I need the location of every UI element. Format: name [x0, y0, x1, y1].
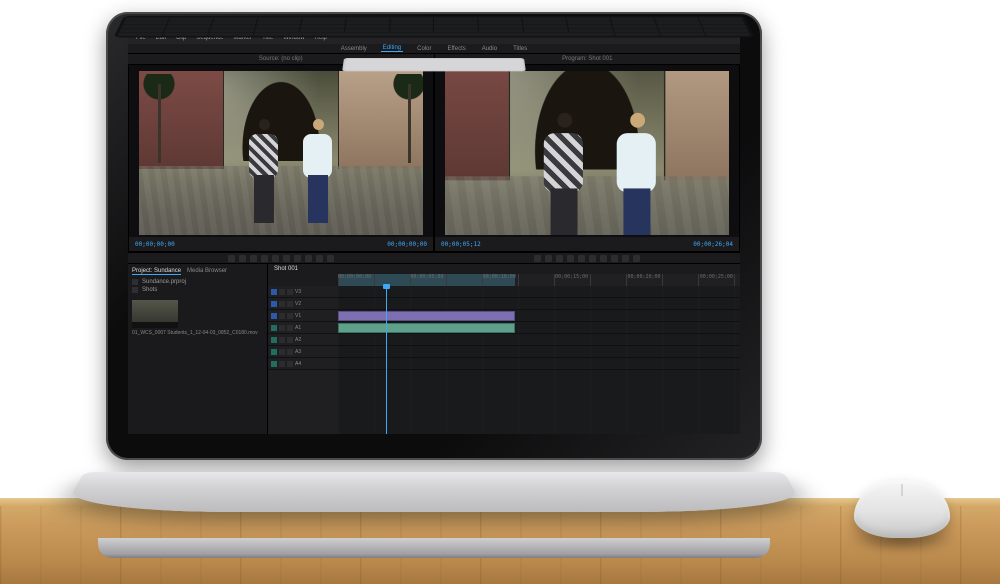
track-header-a2[interactable]: A2: [268, 334, 338, 346]
ruler-tick-1: 00;00;05;00: [410, 274, 443, 280]
timeline-body: V3 V2 V1 A1 A2 A3 A4: [268, 286, 740, 434]
timeline-panel: Shot 001 00;00;00;00 00;00;05;00 00;00;1…: [268, 264, 740, 434]
play-button[interactable]: [272, 255, 279, 262]
project-bin-label: Sundance.prproj: [142, 279, 186, 285]
ws-effects[interactable]: Effects: [446, 46, 468, 52]
laptop-screen: File Edit Clip Sequence Marker Title Win…: [128, 32, 740, 434]
ws-color[interactable]: Color: [415, 46, 433, 52]
clip-thumbnail[interactable]: [132, 300, 178, 328]
audio-clip[interactable]: [338, 323, 515, 333]
program-monitor-footer: 00;00;05;12 00;00;26;04: [435, 237, 739, 251]
overwrite-button[interactable]: [316, 255, 323, 262]
extract-button[interactable]: [622, 255, 629, 262]
track-a3[interactable]: [338, 346, 740, 358]
program-viewport: [445, 71, 729, 235]
track-a1[interactable]: [338, 322, 740, 334]
project-bin-item[interactable]: Shots: [132, 286, 263, 294]
folder-icon: [132, 287, 138, 293]
go-to-out-button-p[interactable]: [600, 255, 607, 262]
source-tc-left: 00;00;00;00: [135, 241, 175, 248]
source-monitor-footer: 00;00;00;00 00;00;00;00: [129, 237, 433, 251]
insert-button[interactable]: [305, 255, 312, 262]
laptop-keyboard: [114, 16, 755, 37]
go-to-out-button[interactable]: [294, 255, 301, 262]
source-monitor[interactable]: 00;00;00;00 00;00;00;00: [128, 64, 434, 252]
step-forward-button-p[interactable]: [589, 255, 596, 262]
go-to-in-button[interactable]: [250, 255, 257, 262]
project-bin-root[interactable]: Sundance.prproj: [132, 278, 263, 286]
play-button-p[interactable]: [578, 255, 585, 262]
laptop: File Edit Clip Sequence Marker Title Win…: [84, 12, 784, 552]
playhead[interactable]: [386, 286, 387, 434]
go-to-in-button-p[interactable]: [556, 255, 563, 262]
source-tc-right: 00;00;00;00: [387, 241, 427, 248]
ruler-tick-4: 00;00;20;00: [627, 274, 660, 280]
monitors-row: 00;00;00;00 00;00;00;00: [128, 64, 740, 252]
project-bin-item-label: Shots: [142, 287, 157, 293]
ruler-tick-0: 00;00;00;00: [338, 274, 371, 280]
export-frame-button-p[interactable]: [633, 255, 640, 262]
mark-out-button-p[interactable]: [545, 255, 552, 262]
program-transport: [434, 253, 740, 263]
laptop-trackpad: [342, 58, 526, 71]
ws-editing[interactable]: Editing: [381, 45, 403, 52]
timeline-ruler-spacer: [268, 274, 338, 286]
step-forward-button[interactable]: [283, 255, 290, 262]
ws-titles[interactable]: Titles: [511, 46, 529, 52]
ws-audio[interactable]: Audio: [480, 46, 499, 52]
media-browser-tab[interactable]: Media Browser: [187, 268, 227, 275]
mark-in-button[interactable]: [228, 255, 235, 262]
ruler-tick-3: 00;00;15;00: [555, 274, 588, 280]
timeline-ruler[interactable]: 00;00;00;00 00;00;05;00 00;00;10;00 00;0…: [338, 274, 740, 286]
video-editor-app: File Edit Clip Sequence Marker Title Win…: [128, 32, 740, 434]
mark-out-button[interactable]: [239, 255, 246, 262]
ws-assembly[interactable]: Assembly: [339, 46, 369, 52]
transport-row: [128, 252, 740, 264]
video-clip[interactable]: [338, 311, 515, 321]
timeline-tracks[interactable]: [338, 286, 740, 434]
track-header-v2[interactable]: V2: [268, 298, 338, 310]
clip-filename: 01_WCS_0007 Students_1_12-04-03_0852_C01…: [132, 330, 263, 336]
timeline-tabs: Shot 001: [268, 264, 740, 274]
track-header-a4[interactable]: A4: [268, 358, 338, 370]
step-back-button[interactable]: [261, 255, 268, 262]
track-a2[interactable]: [338, 334, 740, 346]
program-tc-right: 00;00;26;04: [693, 241, 733, 248]
program-tc-left: 00;00;05;12: [441, 241, 481, 248]
project-icon: [132, 279, 138, 285]
track-v2[interactable]: [338, 298, 740, 310]
sequence-tab[interactable]: Shot 001: [274, 266, 298, 272]
project-panel: Project: Sundance Media Browser Sundance…: [128, 264, 268, 434]
track-headers: V3 V2 V1 A1 A2 A3 A4: [268, 286, 338, 434]
workspace-bar: Assembly Editing Color Effects Audio Tit…: [128, 44, 740, 54]
source-transport: [128, 253, 434, 263]
step-back-button-p[interactable]: [567, 255, 574, 262]
track-header-a1[interactable]: A1: [268, 322, 338, 334]
export-frame-button[interactable]: [327, 255, 334, 262]
track-v1[interactable]: [338, 310, 740, 322]
project-panel-tabs: Project: Sundance Media Browser: [132, 268, 263, 275]
track-header-v1[interactable]: V1: [268, 310, 338, 322]
laptop-deck: [62, 472, 806, 512]
ruler-tick-5: 00;00;25;00: [700, 274, 733, 280]
track-header-a3[interactable]: A3: [268, 346, 338, 358]
project-tab[interactable]: Project: Sundance: [132, 268, 181, 275]
lower-panels: Project: Sundance Media Browser Sundance…: [128, 264, 740, 434]
program-monitor[interactable]: 00;00;05;12 00;00;26;04: [434, 64, 740, 252]
track-a4[interactable]: [338, 358, 740, 370]
laptop-front-edge: [98, 538, 770, 558]
mark-in-button-p[interactable]: [534, 255, 541, 262]
laptop-lid: File Edit Clip Sequence Marker Title Win…: [106, 12, 762, 460]
mouse: [854, 480, 950, 538]
ruler-tick-2: 00;00;10;00: [483, 274, 516, 280]
lift-button[interactable]: [611, 255, 618, 262]
source-viewport: [139, 71, 423, 235]
track-header-v3[interactable]: V3: [268, 286, 338, 298]
track-v3[interactable]: [338, 286, 740, 298]
